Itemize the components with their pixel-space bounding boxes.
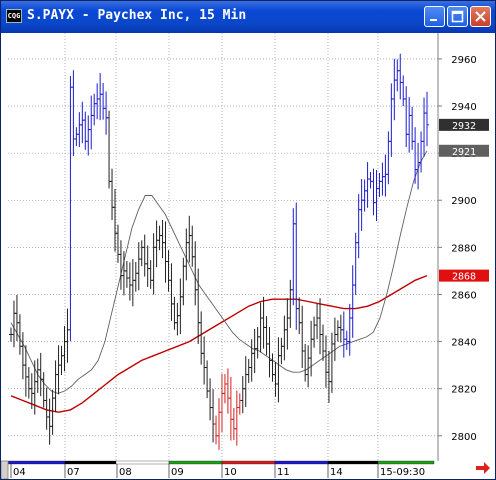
plot-area (8, 33, 438, 461)
session-band (115, 460, 170, 465)
scrollbar-thumb[interactable] (1, 460, 9, 479)
price-tag-label: 2921 (452, 147, 476, 158)
price-tag-label: 2932 (452, 121, 476, 132)
time-tick-label: 08 (119, 467, 132, 478)
price-chart[interactable]: 296029402920290028802860284028202800 293… (1, 33, 495, 479)
time-tick-label: 09 (171, 467, 184, 478)
time-axis: 04 07 08 09 10 11 14 15-09:30 (1, 460, 438, 479)
time-tick-label: 14 (330, 467, 343, 478)
maximize-icon (451, 10, 464, 23)
price-axis-labels: 296029402920290028802860284028202800 (438, 55, 477, 443)
price-tick-label: 2820 (451, 385, 476, 396)
close-icon (475, 11, 486, 22)
time-tick-label: 15-09:30 (380, 467, 425, 478)
maximize-button[interactable] (447, 6, 468, 27)
title-bar[interactable]: CQG S.PAYX - Paychex Inc, 15 Min (1, 1, 495, 33)
price-tick-label: 2880 (451, 243, 476, 254)
session-band (274, 460, 329, 465)
close-button[interactable] (470, 6, 491, 27)
price-tag: 2921 (439, 144, 489, 158)
session-band (7, 460, 66, 465)
minimize-icon (430, 19, 437, 21)
price-tick-label: 2860 (451, 290, 476, 301)
time-tick-label: 10 (224, 467, 237, 478)
session-band (377, 460, 435, 465)
price-tick-label: 2800 (451, 432, 476, 443)
price-tick-label: 2940 (451, 102, 476, 113)
price-tag-label: 2868 (452, 272, 476, 283)
price-tag: 2868 (439, 269, 489, 283)
session-band (221, 460, 276, 465)
time-tick-label: 04 (13, 467, 26, 478)
window-title: S.PAYX - Paychex Inc, 15 Min (27, 8, 247, 23)
price-tick-label: 2960 (451, 55, 476, 66)
price-tick-label: 2840 (451, 338, 476, 349)
price-tick-label: 2900 (451, 196, 476, 207)
chart-window: CQG S.PAYX - Paychex Inc, 15 Min 2960 294… (0, 0, 496, 480)
scroll-right-arrow-icon[interactable] (475, 461, 491, 475)
price-tag: 2932 (439, 118, 489, 132)
time-tick-label: 11 (277, 467, 290, 478)
app-icon[interactable]: CQG (6, 9, 22, 23)
time-tick-label: 07 (67, 467, 80, 478)
minimize-button[interactable] (424, 6, 445, 27)
session-band (327, 460, 379, 465)
session-band (168, 460, 223, 465)
session-band (64, 460, 117, 465)
